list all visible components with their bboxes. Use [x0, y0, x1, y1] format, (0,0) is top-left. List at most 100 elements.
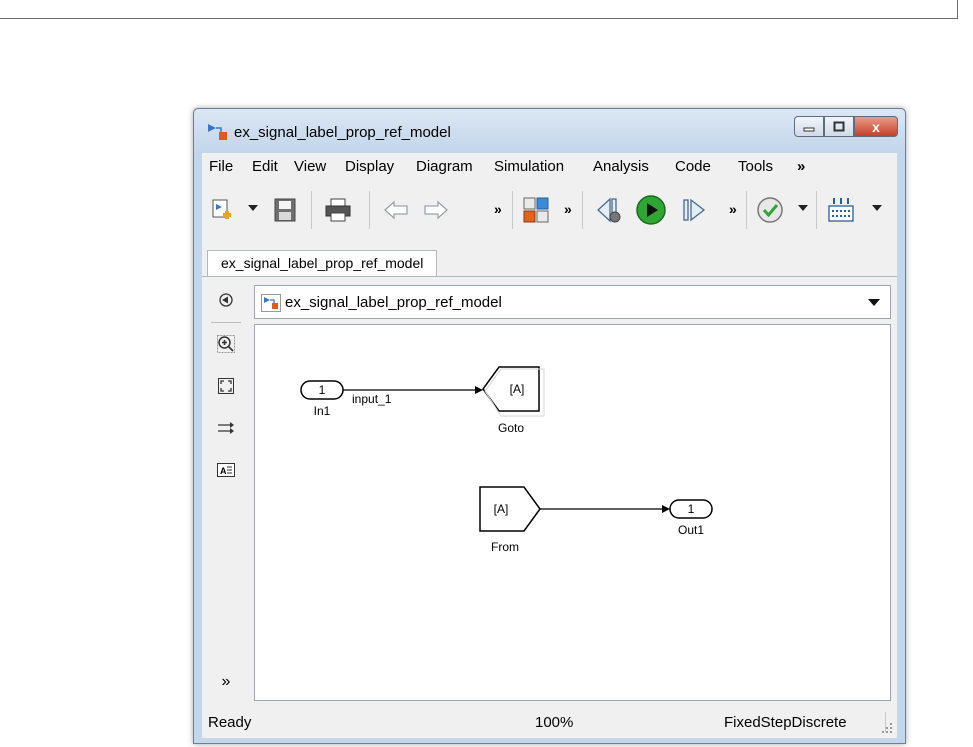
simulink-window: ex_signal_label_prop_ref_model x File Ed…: [193, 108, 906, 744]
route-lines-button[interactable]: [217, 419, 235, 437]
menu-simulation[interactable]: Simulation: [494, 158, 564, 175]
menu-view[interactable]: View: [294, 158, 326, 175]
address-dropdown-icon[interactable]: [868, 299, 880, 306]
run-button[interactable]: [634, 195, 668, 225]
window-controls: x: [794, 116, 898, 137]
build-button[interactable]: [825, 195, 857, 225]
from-block[interactable]: [A] From: [479, 486, 541, 554]
arrows-right-icon: [218, 422, 234, 434]
status-solver: FixedStepDiscrete: [724, 714, 847, 731]
diagram-canvas[interactable]: 1 In1 input_1 [A] Goto [A] From 1 Out1: [254, 324, 891, 701]
status-state: Ready: [208, 714, 252, 731]
left-tool-palette: A »: [202, 277, 246, 707]
toolbar-overflow-chevron[interactable]: »: [494, 201, 502, 217]
menu-overflow-chevron[interactable]: »: [797, 158, 805, 175]
library-browser-button[interactable]: [521, 195, 551, 225]
palette-separator: [211, 322, 241, 323]
menu-bar: File Edit View Display Diagram Simulatio…: [202, 153, 897, 180]
fit-to-view-icon: [218, 378, 234, 394]
goto-tag: [A]: [510, 382, 525, 396]
in1-label: In1: [314, 404, 331, 418]
page-top-rule: [0, 0, 958, 19]
menu-analysis[interactable]: Analysis: [593, 158, 649, 175]
block-diagram: 1 In1 input_1 [A] Goto [A] From 1 Out1: [300, 366, 713, 554]
out1-block[interactable]: 1 Out1: [669, 499, 713, 537]
status-bar: Ready 100% FixedStepDiscrete: [202, 706, 897, 738]
library-browser-icon: [523, 197, 549, 223]
simulink-model-icon: [208, 124, 227, 140]
signal-line-from-out1[interactable]: [540, 505, 670, 513]
in1-block[interactable]: 1 In1: [300, 380, 344, 418]
out1-label: Out1: [678, 523, 704, 537]
toolbar: » » »: [202, 179, 897, 241]
toolbar-separator: [369, 191, 370, 229]
resize-grip-icon[interactable]: [881, 722, 893, 734]
build-icon: [828, 198, 854, 222]
new-model-icon: [212, 199, 231, 219]
close-button[interactable]: x: [854, 116, 898, 137]
hide-browser-button[interactable]: [217, 291, 235, 309]
signal-line-input-1[interactable]: input_1: [343, 386, 483, 406]
model-advisor-dropdown-icon[interactable]: [798, 205, 808, 211]
step-forward-icon: [683, 198, 706, 222]
address-path: ex_signal_label_prop_ref_model: [285, 294, 502, 311]
run-icon: [636, 195, 666, 225]
menu-edit[interactable]: Edit: [252, 158, 278, 175]
text-annotation-icon: A: [217, 463, 235, 477]
out1-port-number: 1: [688, 502, 695, 516]
print-button[interactable]: [323, 195, 353, 225]
build-dropdown-icon[interactable]: [872, 205, 882, 211]
forward-button[interactable]: [422, 195, 450, 225]
toolbar-separator: [746, 191, 747, 229]
toolbar-separator: [582, 191, 583, 229]
toolbar-separator: [816, 191, 817, 229]
menu-tools[interactable]: Tools: [738, 158, 773, 175]
menu-diagram[interactable]: Diagram: [416, 158, 473, 175]
toolbar-separator: [311, 191, 312, 229]
model-advisor-icon: [757, 197, 783, 223]
navigate-back-icon: [219, 293, 233, 307]
back-button[interactable]: [382, 195, 410, 225]
title-bar: ex_signal_label_prop_ref_model x: [194, 109, 905, 153]
annotation-button[interactable]: A: [217, 461, 235, 479]
maximize-button[interactable]: [824, 116, 854, 137]
forward-arrow-icon: [424, 200, 448, 220]
tab-model[interactable]: ex_signal_label_prop_ref_model: [207, 250, 438, 276]
toolbar-separator: [512, 191, 513, 229]
model-browser-address-bar[interactable]: ex_signal_label_prop_ref_model: [254, 285, 891, 319]
new-model-button[interactable]: [210, 195, 236, 225]
in1-port-number: 1: [319, 383, 326, 397]
goto-block[interactable]: [A] Goto: [482, 366, 545, 435]
editor-area: A » ex_signal_label_prop_ref_model 1 In1…: [202, 276, 897, 707]
print-icon: [325, 198, 351, 222]
minimize-button[interactable]: [794, 116, 824, 137]
from-label: From: [491, 540, 519, 554]
zoom-button[interactable]: [217, 335, 235, 353]
signal-label-input-1: input_1: [352, 392, 392, 406]
svg-text:A: A: [220, 466, 227, 476]
save-icon: [274, 198, 296, 222]
step-forward-button[interactable]: [680, 195, 708, 225]
step-back-icon: [597, 197, 621, 223]
menu-display[interactable]: Display: [345, 158, 394, 175]
expand-palette-button[interactable]: »: [217, 673, 235, 691]
toolbar-overflow-chevron[interactable]: »: [564, 201, 572, 217]
tab-strip: ex_signal_label_prop_ref_model: [202, 241, 897, 276]
fit-to-view-button[interactable]: [217, 377, 235, 395]
save-button[interactable]: [272, 195, 298, 225]
simulink-model-icon: [261, 294, 281, 312]
model-advisor-button[interactable]: [755, 195, 785, 225]
menu-file[interactable]: File: [209, 158, 233, 175]
menu-code[interactable]: Code: [675, 158, 711, 175]
window-title: ex_signal_label_prop_ref_model: [234, 124, 451, 141]
minimize-icon: [803, 127, 815, 131]
new-model-dropdown-icon[interactable]: [248, 205, 258, 211]
close-icon: x: [872, 118, 880, 135]
step-back-button[interactable]: [594, 195, 624, 225]
back-arrow-icon: [384, 200, 408, 220]
goto-label: Goto: [498, 421, 524, 435]
zoom-in-icon: [217, 335, 235, 353]
maximize-icon: [833, 121, 845, 132]
from-tag: [A]: [494, 502, 509, 516]
toolbar-overflow-chevron[interactable]: »: [729, 201, 737, 217]
